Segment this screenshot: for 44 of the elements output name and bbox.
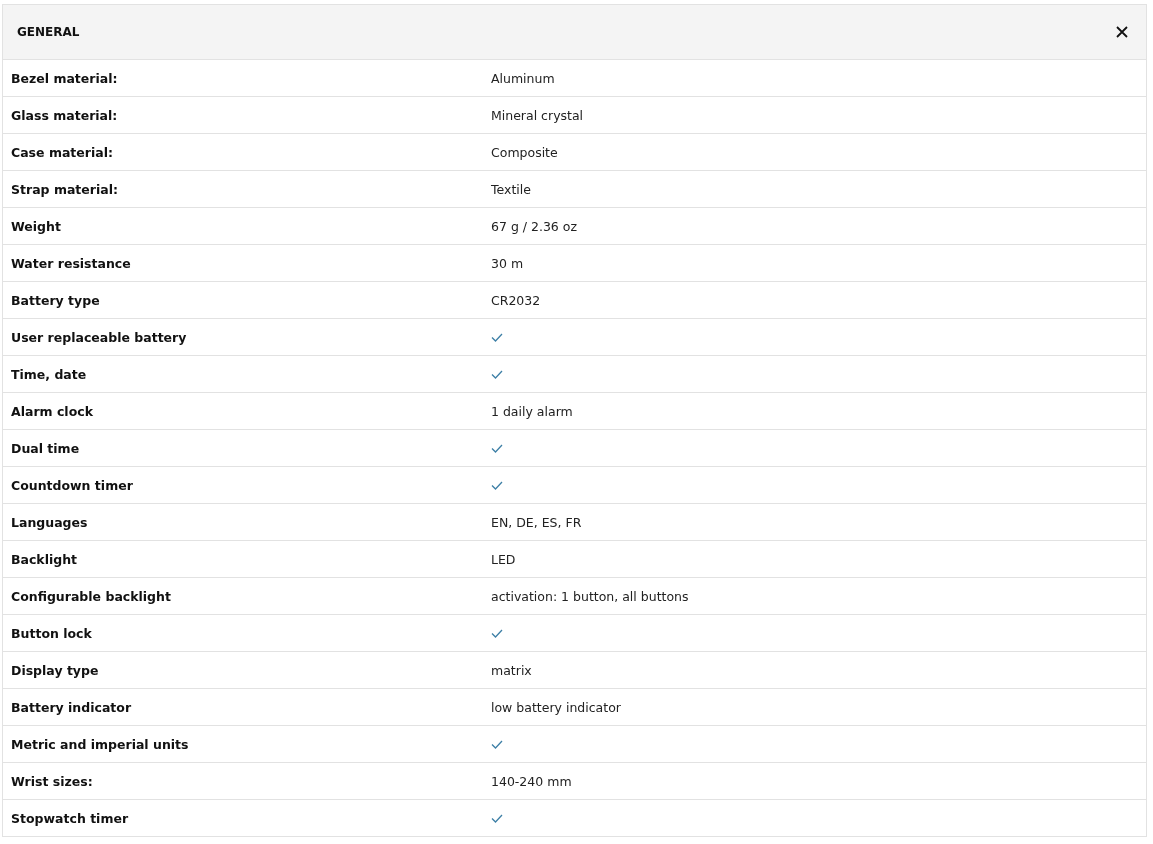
spec-value: low battery indicator bbox=[491, 699, 621, 715]
checkmark-icon bbox=[491, 480, 503, 490]
spec-label: Languages bbox=[10, 514, 89, 530]
checkmark-icon bbox=[491, 369, 503, 379]
spec-label: Wrist sizes: bbox=[10, 773, 94, 789]
checkmark-icon bbox=[491, 332, 503, 342]
spec-value: 140-240 mm bbox=[491, 773, 572, 789]
checkmark-icon bbox=[491, 813, 503, 823]
checkmark-icon bbox=[491, 443, 503, 453]
close-icon bbox=[1116, 26, 1128, 38]
checkmark-icon bbox=[491, 628, 503, 638]
spec-label: Stopwatch timer bbox=[10, 810, 130, 826]
spec-label: Alarm clock bbox=[10, 403, 94, 419]
spec-label: Battery indicator bbox=[10, 699, 133, 715]
spec-value: activation: 1 button, all buttons bbox=[491, 588, 689, 604]
spec-value: CR2032 bbox=[491, 292, 541, 308]
spec-value: Aluminum bbox=[491, 70, 555, 86]
spec-label: Backlight bbox=[10, 551, 79, 567]
checkmark-icon bbox=[491, 739, 503, 749]
spec-label: User replaceable battery bbox=[10, 329, 188, 345]
spec-label: Metric and imperial units bbox=[10, 736, 190, 752]
spec-label: Case material: bbox=[10, 144, 114, 160]
spec-label: Weight bbox=[10, 218, 62, 234]
spec-label: Bezel material: bbox=[10, 70, 119, 86]
spec-label: Button lock bbox=[10, 625, 93, 641]
spec-value: 30 m bbox=[491, 255, 524, 271]
spec-value: 1 daily alarm bbox=[491, 403, 573, 419]
spec-label: Display type bbox=[10, 662, 100, 678]
spec-value: 67 g / 2.36 oz bbox=[491, 218, 577, 234]
spec-label: Time, date bbox=[10, 366, 88, 382]
spec-value: LED bbox=[491, 551, 516, 567]
spec-label: Glass material: bbox=[10, 107, 119, 123]
spec-label: Water resistance bbox=[10, 255, 132, 271]
panel-title: GENERAL bbox=[17, 25, 80, 39]
spec-value: Mineral crystal bbox=[491, 107, 584, 123]
spec-label: Configurable backlight bbox=[10, 588, 172, 604]
spec-label: Battery type bbox=[10, 292, 101, 308]
spec-value: EN, DE, ES, FR bbox=[491, 514, 582, 530]
spec-label: Countdown timer bbox=[10, 477, 134, 493]
spec-label: Strap material: bbox=[10, 181, 119, 197]
spec-label: Dual time bbox=[10, 440, 81, 456]
spec-value: matrix bbox=[491, 662, 532, 678]
spec-value: Textile bbox=[491, 181, 531, 197]
spec-value: Composite bbox=[491, 144, 558, 160]
